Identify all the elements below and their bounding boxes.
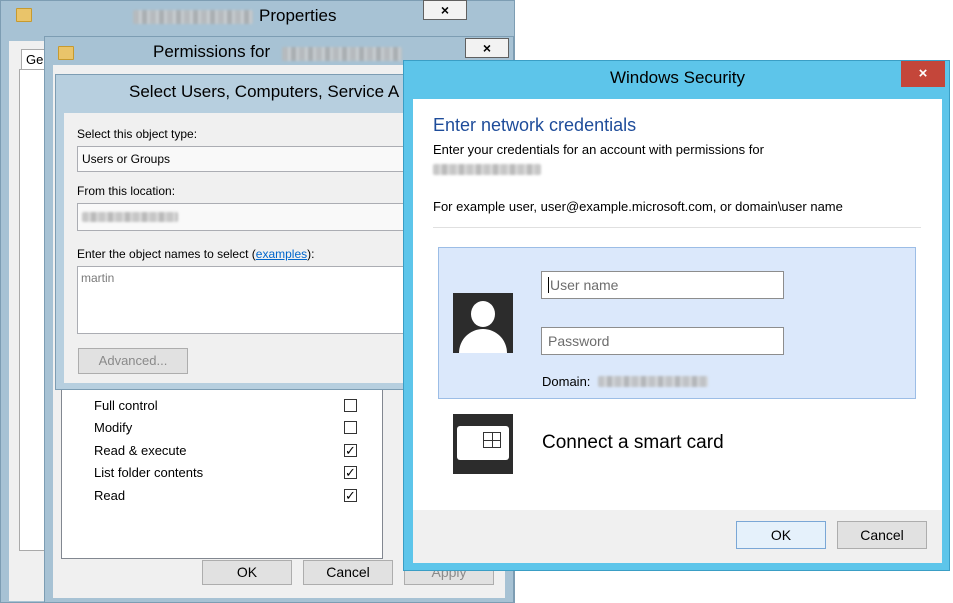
- object-type-label: Select this object type:: [77, 127, 198, 141]
- permission-label: Read & execute: [94, 443, 187, 458]
- permission-checkbox[interactable]: [344, 421, 357, 434]
- object-type-field: Users or Groups: [77, 146, 407, 172]
- credentials-heading: Enter network credentials: [433, 115, 637, 135]
- user-avatar-icon: [453, 293, 513, 353]
- permission-label: Modify: [94, 420, 133, 435]
- properties-close-button[interactable]: ×: [423, 0, 467, 20]
- names-label: Enter the object names to select (exampl…: [77, 247, 315, 261]
- example-hint: For example user, user@example.microsoft…: [433, 199, 843, 214]
- folder-icon: [58, 46, 74, 60]
- location-label: From this location:: [77, 184, 176, 198]
- smart-card-chip: [483, 432, 501, 448]
- permission-checkbox[interactable]: ✓: [344, 466, 357, 479]
- folder-icon: [16, 8, 32, 22]
- object-names-value: martin: [81, 271, 115, 285]
- permissions-ok-button[interactable]: OK: [202, 560, 292, 585]
- permission-checkbox[interactable]: [344, 399, 357, 412]
- location-field: [77, 203, 407, 231]
- avatar-head: [471, 301, 495, 327]
- permissions-close-button[interactable]: ×: [465, 38, 509, 58]
- permission-label: List folder contents: [94, 465, 204, 480]
- permissions-title-redacted: [282, 47, 402, 61]
- security-ok-button[interactable]: OK: [736, 521, 826, 549]
- permission-checkbox[interactable]: ✓: [344, 444, 357, 457]
- select-users-window: Select Users, Computers, Service A: [55, 74, 416, 390]
- server-name-redacted: [433, 164, 541, 175]
- permission-label: Read: [94, 488, 126, 503]
- username-input[interactable]: User name: [541, 271, 784, 299]
- permissions-title: Permissions for: [153, 42, 271, 61]
- password-input[interactable]: Password: [541, 327, 784, 355]
- avatar-body: [459, 329, 507, 353]
- permissions-cancel-button[interactable]: Cancel: [303, 560, 393, 585]
- security-cancel-button[interactable]: Cancel: [837, 521, 927, 549]
- permission-row: Modify: [94, 420, 132, 435]
- permission-label: Full control: [94, 398, 158, 413]
- object-type-value: Users or Groups: [82, 152, 171, 166]
- domain-label: Domain:: [542, 374, 591, 389]
- object-names-textarea[interactable]: martin: [77, 266, 407, 334]
- domain-value-redacted: [598, 376, 708, 387]
- examples-link[interactable]: examples: [256, 247, 307, 261]
- properties-title-redacted: [133, 10, 253, 24]
- permission-row: Read & execute: [94, 443, 187, 458]
- advanced-button[interactable]: Advanced...: [78, 348, 188, 374]
- permission-row: Read: [94, 488, 125, 503]
- username-placeholder: User name: [548, 277, 619, 293]
- permission-row: List folder contents: [94, 465, 203, 480]
- password-placeholder: Password: [548, 333, 610, 349]
- permission-row: Full control: [94, 398, 158, 413]
- location-value-redacted: [82, 212, 178, 222]
- smart-card-option[interactable]: Connect a smart card: [542, 432, 724, 454]
- security-close-button[interactable]: ×: [901, 61, 945, 87]
- properties-title: Properties: [259, 6, 337, 25]
- security-dialog-title: Windows Security: [609, 68, 746, 87]
- select-users-title: Select Users, Computers, Service A: [129, 82, 400, 101]
- divider: [433, 227, 921, 228]
- permission-checkbox[interactable]: ✓: [344, 489, 357, 502]
- credentials-description: Enter your credentials for an account wi…: [433, 142, 764, 157]
- smart-card-icon: [453, 414, 513, 474]
